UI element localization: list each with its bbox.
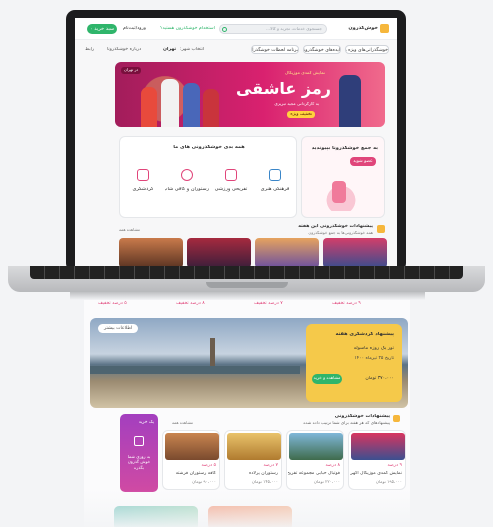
logo-icon: [380, 24, 389, 33]
hero-banner[interactable]: نمایش کمدی موزیکال رمز عاشقی به کارگردان…: [115, 62, 385, 127]
categories-heading: همه بدی خوشگذرونی های ما: [173, 145, 245, 150]
tour-price: ۳۷۰،۰۰۰ تومان: [365, 376, 394, 381]
price-strip-item: ۹ درصد تخفیف: [332, 301, 361, 306]
cart-badge: ۰: [89, 26, 93, 32]
offer-price: ۱۴۵،۰۰۰ تومان: [251, 480, 278, 484]
offer-image: [289, 433, 343, 460]
category-label[interactable]: تفریحی ورزشی: [211, 187, 251, 193]
price-strip-item: ۵ درصد تخفیف: [98, 301, 127, 306]
offer-discount: ۹ درصد: [387, 463, 402, 468]
laptop-screen: خوش‌گذرون جستجوی خدمات، تجربه و کالا... …: [75, 18, 397, 268]
suggestion-thumb[interactable]: [255, 238, 319, 268]
offer-title: کافه رستوران فرشته: [175, 471, 216, 476]
nav-item-weekly[interactable]: خوشگذرانی‌های ویژه هفته: [345, 45, 389, 54]
offer-discount: ۷ درصد: [263, 463, 278, 468]
banner-line1: نمایش کمدی موزیکال: [285, 71, 325, 76]
offer-title: فوتبال حبابی مجموعه تفریح: [288, 471, 340, 476]
tour-date: تاریخ ۲۵ تیرماه ۱۴۰۰: [354, 356, 394, 361]
food-icon[interactable]: [181, 169, 193, 181]
price-strip-item: ۷ درصد تخفیف: [254, 301, 283, 306]
suggestion-thumb[interactable]: [187, 238, 251, 268]
section2-sub: پیشنهادهای که هر هفته برای شما ترتیب داد…: [303, 421, 390, 425]
offer-discount: ۵ درصد: [201, 463, 216, 468]
search-input[interactable]: جستجوی خدمات، تجربه و کالا...: [219, 24, 327, 34]
contact-link[interactable]: رابط: [85, 47, 94, 52]
login-link[interactable]: ورود/ثبت‌نام: [123, 26, 146, 31]
search-placeholder: جستجوی خدمات، تجربه و کالا...: [266, 27, 322, 31]
performer-figure: [161, 79, 179, 127]
performer-figure: [203, 89, 219, 127]
banner-tag: در تهران: [121, 67, 142, 74]
nav-item-ideas[interactable]: ایده‌های خوشگذرونی: [303, 45, 341, 54]
gift-icon: [134, 436, 144, 446]
offer-card[interactable]: ۵ درصد کافه رستوران فرشته ۹۰،۰۰۰ تومان: [162, 430, 220, 490]
category-label[interactable]: فرهنگی هنری: [255, 187, 295, 193]
tour-banner[interactable]: اطلاعات بیشتر پیشنهاد گردشگری هفته تور ی…: [90, 318, 408, 408]
join-illustration: [332, 181, 346, 203]
suitcase-icon[interactable]: [137, 169, 149, 181]
offer-price: ۱۹۵،۰۰۰ تومان: [375, 480, 402, 484]
offer-title: رستوران پرلاده: [248, 471, 278, 476]
promo-label: یک خرید: [138, 420, 154, 425]
price-strip-item: ۸ درصد تخفیف: [176, 301, 205, 306]
banner-line3: به کارگردانی مجید تبریزی: [274, 102, 319, 106]
star-icon: [393, 415, 400, 422]
about-link[interactable]: درباره خوشگذرونا: [107, 47, 141, 52]
laptop-notch: [206, 282, 288, 288]
offer-image: [227, 433, 281, 460]
theater-icon[interactable]: [269, 169, 281, 181]
search-icon: [222, 27, 227, 32]
categories-card: همه بدی خوشگذرونی های ما گردشگری رستوران…: [119, 136, 297, 218]
offer-price: ۹۰،۰۰۰ تومان: [192, 480, 216, 484]
category-label[interactable]: گردشگری: [123, 187, 163, 193]
tour-title: پیشنهاد گردشگری هفته: [335, 332, 394, 337]
suggest-sub: همه خوشگذرونی‌ها به جمع خوشگذرون: [308, 231, 373, 235]
offer-discount: ۸ درصد: [325, 463, 340, 468]
join-title: به جمع خوشگذرونا بپیوندید: [311, 146, 378, 151]
performer-figure: [339, 75, 361, 127]
join-button[interactable]: عضو شوید: [350, 157, 376, 166]
banner-title: رمز عاشقی: [235, 80, 331, 98]
promo-card[interactable]: یک خرید به روزی شما خوش گذرون بگذره: [120, 414, 158, 492]
offer-image: [351, 433, 405, 460]
category-label[interactable]: رستوران و کافی شاپ: [165, 187, 209, 193]
city-select[interactable]: تهران: [163, 47, 176, 52]
cart-label: سبد خرید: [94, 26, 115, 32]
tour-place: تور یک روزه ماسوله: [353, 346, 394, 351]
offer-title: نمایش کمدی موزیکال آگهی: [350, 471, 402, 476]
page-continuation: ۵ درصد تخفیف ۸ درصد تخفیف ۷ درصد تخفیف ۹…: [84, 300, 410, 527]
section2-link[interactable]: مشاهده همه: [172, 421, 193, 426]
tour-info-card: پیشنهاد گردشگری هفته تور یک روزه ماسوله …: [306, 324, 402, 402]
suggest-link[interactable]: مشاهده همه: [119, 228, 140, 233]
suggestion-thumb[interactable]: [323, 238, 387, 268]
offer-price: ۲۲۰،۰۰۰ تومان: [313, 480, 340, 484]
laptop-keyboard: [30, 266, 463, 279]
offer-card[interactable]: ۸ درصد فوتبال حبابی مجموعه تفریح ۲۲۰،۰۰۰…: [286, 430, 344, 490]
cart-button[interactable]: ۰ سبد خرید: [87, 24, 117, 34]
city-label: انتخاب شهر:: [180, 47, 205, 52]
banner-badge: تخفیف ویژه: [287, 111, 315, 119]
performer-figure: [183, 83, 200, 127]
performer-figure: [141, 87, 157, 127]
offer-image: [165, 433, 219, 460]
suggestion-thumb[interactable]: [119, 238, 183, 268]
tour-buy-button[interactable]: مشاهده و خرید: [312, 374, 342, 384]
star-icon: [377, 225, 385, 233]
nav-item-plan[interactable]: برنامه لحظات خوشگذرانی: [251, 45, 299, 54]
ticket-icon[interactable]: [225, 169, 237, 181]
register-link[interactable]: استخدام خوشگذرون هستید؟: [160, 26, 215, 31]
suggest-title: پیشنهادات خوشگذرونی این هفته: [298, 224, 373, 229]
offer-card[interactable]: ۹ درصد نمایش کمدی موزیکال آگهی ۱۹۵،۰۰۰ ت…: [348, 430, 406, 490]
join-card: به جمع خوشگذرونا بپیوندید عضو شوید: [301, 136, 385, 218]
logo-text: خوش‌گذرون: [348, 26, 378, 31]
tour-more-button[interactable]: اطلاعات بیشتر: [98, 324, 139, 334]
promo-text: به روزی شما خوش گذرون بگذره: [127, 454, 151, 470]
tower-shape: [210, 338, 215, 366]
section2-title: پیشنهادات خوشگذرونی: [334, 414, 390, 419]
offer-card[interactable]: ۷ درصد رستوران پرلاده ۱۴۵،۰۰۰ تومان: [224, 430, 282, 490]
